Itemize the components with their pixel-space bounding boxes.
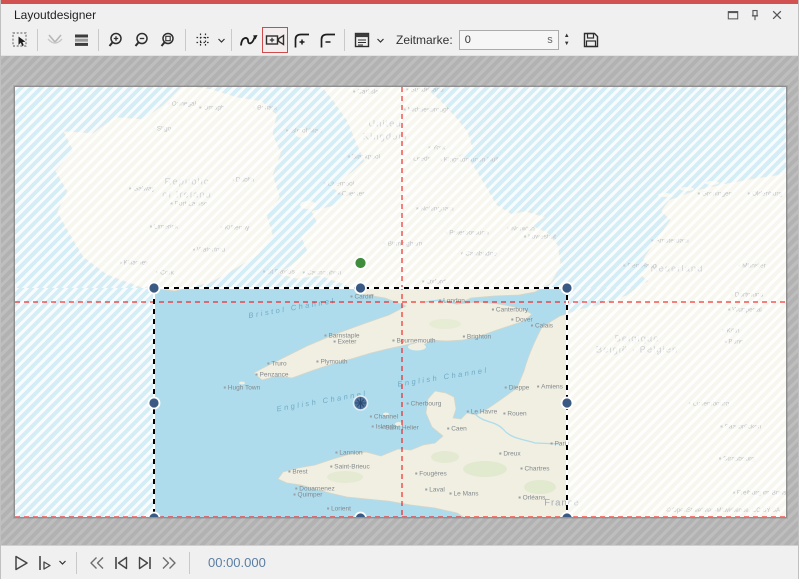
play-from-cursor-button[interactable] bbox=[33, 551, 57, 575]
forward-button[interactable] bbox=[157, 551, 181, 575]
add-keypoint-button[interactable] bbox=[288, 27, 314, 53]
zoom-in-button[interactable] bbox=[103, 27, 129, 53]
camera-icon bbox=[264, 30, 286, 50]
handle-middle-right[interactable] bbox=[562, 398, 573, 409]
chevron-down-icon bbox=[377, 38, 384, 43]
pin-icon bbox=[749, 9, 761, 21]
spinner-down-button[interactable]: ▼ bbox=[562, 40, 572, 48]
curve-tool-icon bbox=[45, 30, 65, 50]
handle-bottom-middle[interactable] bbox=[355, 513, 366, 519]
title-bar: Layoutdesigner bbox=[1, 4, 798, 25]
transport-separator bbox=[76, 552, 77, 574]
zoom-fit-button[interactable] bbox=[155, 27, 181, 53]
rewind-icon bbox=[87, 553, 107, 573]
layoutdesigner-window: Layoutdesigner bbox=[0, 0, 799, 579]
handle-top-left[interactable] bbox=[149, 283, 160, 294]
motion-path-button[interactable] bbox=[236, 27, 262, 53]
motion-path-icon bbox=[238, 30, 260, 50]
pin-button[interactable] bbox=[744, 6, 766, 24]
zeitmarke-input[interactable]: 0 s bbox=[459, 30, 559, 50]
zeitmarke-label: Zeitmarke: bbox=[396, 33, 453, 47]
move-handle[interactable] bbox=[354, 396, 368, 410]
play-button[interactable] bbox=[9, 551, 33, 575]
forward-icon bbox=[159, 553, 179, 573]
spinner-up-button[interactable]: ▲ bbox=[562, 32, 572, 40]
close-icon bbox=[771, 9, 783, 21]
maximize-button[interactable] bbox=[722, 6, 744, 24]
timecode-display: 00:00.000 bbox=[208, 555, 266, 570]
layers-button[interactable] bbox=[68, 27, 94, 53]
toolbar: Zeitmarke: 0 s ▲ ▼ bbox=[1, 25, 798, 56]
remove-keypoint-icon bbox=[316, 30, 338, 50]
layers-icon bbox=[71, 30, 91, 50]
curve-tool-button[interactable] bbox=[42, 27, 68, 53]
skip-to-end-button[interactable] bbox=[133, 551, 157, 575]
grid-icon bbox=[193, 30, 213, 50]
transport-bar: 00:00.000 bbox=[1, 545, 798, 579]
caption-icon bbox=[352, 30, 372, 50]
skip-to-end-icon bbox=[135, 553, 155, 573]
play-from-cursor-icon bbox=[36, 553, 54, 573]
window-title: Layoutdesigner bbox=[14, 8, 96, 22]
zoom-out-icon bbox=[132, 30, 152, 50]
selection-overlay bbox=[15, 87, 787, 518]
toolbar-separator bbox=[344, 29, 345, 51]
select-tool-icon bbox=[10, 30, 30, 50]
save-button[interactable] bbox=[578, 27, 604, 53]
skip-to-start-button[interactable] bbox=[109, 551, 133, 575]
handle-bottom-right[interactable] bbox=[562, 513, 573, 519]
toolbar-separator bbox=[185, 29, 186, 51]
play-icon bbox=[11, 553, 31, 573]
zeitmarke-spinner: ▲ ▼ bbox=[562, 30, 572, 50]
caption-button[interactable] bbox=[349, 27, 375, 53]
designer-area: DonegalOmaghBelfastSligoDublinGalwayPort… bbox=[1, 56, 798, 545]
skip-to-start-icon bbox=[111, 553, 131, 573]
save-icon bbox=[581, 30, 601, 50]
camera-pan-button[interactable] bbox=[262, 27, 288, 53]
add-keypoint-icon bbox=[290, 30, 312, 50]
chevron-down-icon bbox=[218, 38, 225, 43]
remove-keypoint-button[interactable] bbox=[314, 27, 340, 53]
handle-middle-left[interactable] bbox=[149, 398, 160, 409]
rewind-button[interactable] bbox=[85, 551, 109, 575]
toolbar-separator bbox=[37, 29, 38, 51]
grid-dropdown[interactable] bbox=[216, 27, 227, 53]
maximize-icon bbox=[727, 9, 739, 21]
handle-bottom-left[interactable] bbox=[149, 513, 160, 519]
chevron-down-icon bbox=[59, 560, 66, 565]
zoom-in-icon bbox=[106, 30, 126, 50]
toolbar-separator bbox=[231, 29, 232, 51]
zoom-out-button[interactable] bbox=[129, 27, 155, 53]
caption-dropdown[interactable] bbox=[375, 27, 386, 53]
zeitmarke-unit: s bbox=[547, 34, 553, 46]
zeitmarke-value: 0 bbox=[465, 34, 548, 46]
close-button[interactable] bbox=[766, 6, 788, 24]
play-options-dropdown[interactable] bbox=[57, 550, 68, 576]
rotate-handle[interactable] bbox=[355, 257, 367, 269]
layout-canvas[interactable]: DonegalOmaghBelfastSligoDublinGalwayPort… bbox=[14, 86, 787, 518]
toolbar-separator bbox=[98, 29, 99, 51]
zoom-fit-icon bbox=[158, 30, 178, 50]
handle-top-right[interactable] bbox=[562, 283, 573, 294]
grid-button[interactable] bbox=[190, 27, 216, 53]
select-tool-button[interactable] bbox=[7, 27, 33, 53]
transport-separator bbox=[189, 552, 190, 574]
handle-top-middle[interactable] bbox=[355, 283, 366, 294]
